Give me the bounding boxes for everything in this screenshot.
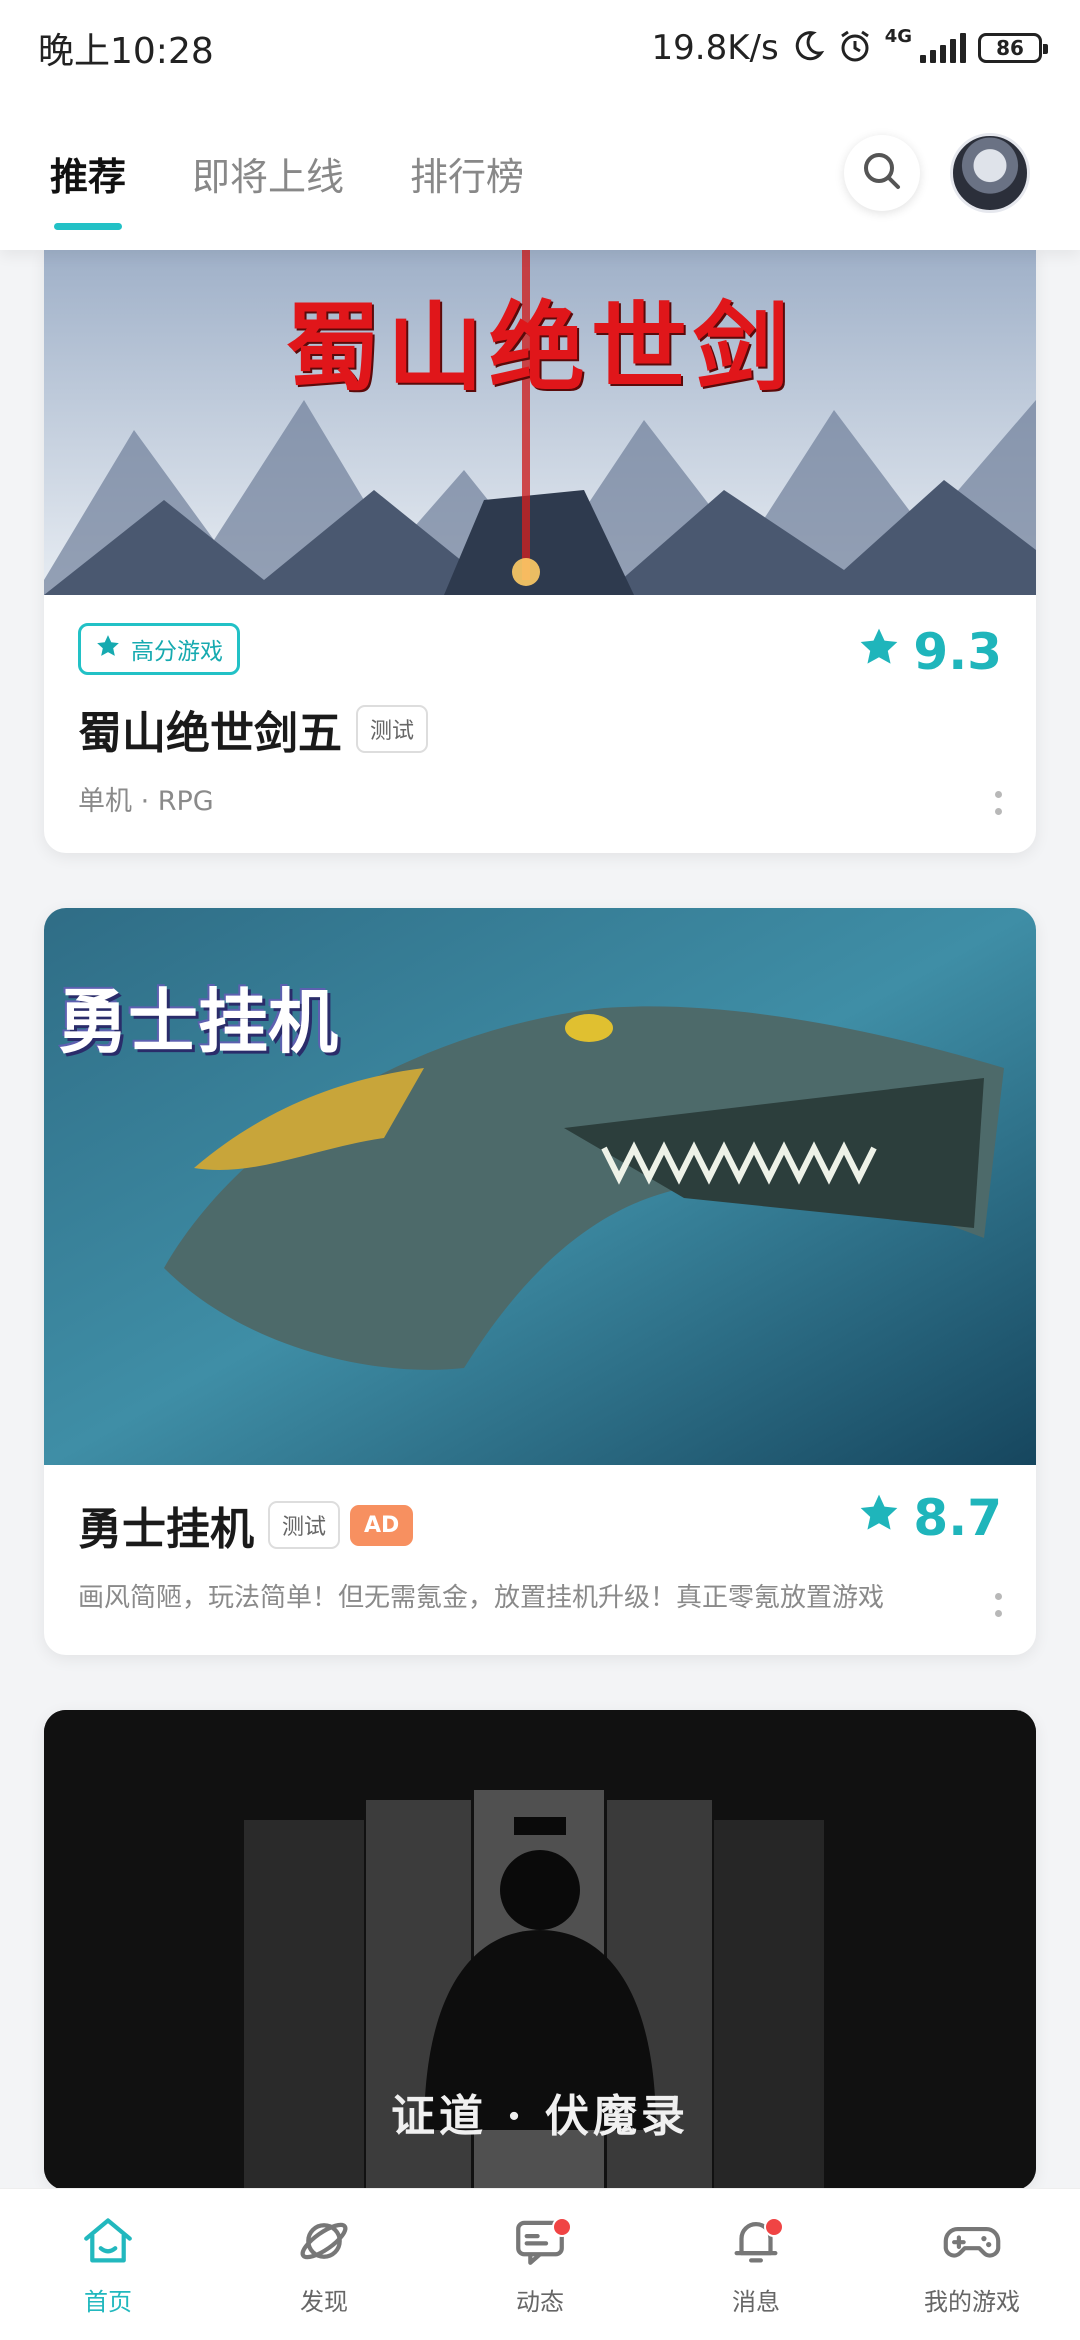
more-options-button[interactable]	[995, 1593, 1002, 1617]
nav-label: 我的游戏	[924, 2288, 1020, 2316]
rating-value: 9.3	[913, 623, 1002, 681]
nav-my-games[interactable]: 我的游戏	[864, 2189, 1080, 2340]
rating-value: 8.7	[913, 1489, 1002, 1547]
gamepad-icon	[941, 2212, 1003, 2274]
high-score-badge: 高分游戏	[78, 623, 240, 675]
net-speed: 19.8K/s	[651, 28, 779, 68]
card-info: 勇士挂机 测试 AD 8.7 画风简陋，玩法简单！但无需氪金，放置挂机升级！真正…	[44, 1465, 1036, 1655]
search-button[interactable]	[844, 135, 920, 211]
nav-label: 发现	[300, 2288, 348, 2316]
nav-discover[interactable]: 发现	[216, 2189, 432, 2340]
planet-icon	[295, 2212, 353, 2274]
rating: 8.7	[857, 1489, 1002, 1547]
tab-upcoming[interactable]: 即将上线	[192, 96, 344, 250]
network-type: 4G	[884, 25, 912, 47]
game-banner[interactable]: 证道 · 伏魔录	[44, 1710, 1036, 2190]
nav-home[interactable]: 首页	[0, 2189, 216, 2340]
bottom-nav: 首页 发现 动态 消息 我的游戏	[0, 2188, 1080, 2340]
tab-recommend[interactable]: 推荐	[50, 96, 126, 250]
game-meta: 单机 · RPG	[78, 786, 214, 817]
star-icon	[95, 633, 121, 665]
game-banner[interactable]: 蜀山绝世剑	[44, 250, 1036, 595]
rating: 9.3	[857, 623, 1002, 681]
star-icon	[857, 623, 901, 681]
game-card[interactable]: 蜀山绝世剑 高分游戏 9.3 蜀山绝世剑五 测试 单机 · RPG	[44, 250, 1036, 853]
notification-dot	[552, 2217, 572, 2237]
status-time: 晚上10:28	[38, 31, 214, 72]
game-banner[interactable]: 勇士挂机	[44, 908, 1036, 1465]
more-options-button[interactable]	[995, 791, 1002, 815]
nav-label: 动态	[516, 2288, 564, 2316]
nav-messages[interactable]: 消息	[648, 2189, 864, 2340]
game-title: 蜀山绝世剑五	[78, 708, 342, 759]
status-bar: 晚上10:28 19.8K/s 4G 86	[0, 0, 1080, 96]
avatar[interactable]	[950, 133, 1030, 213]
search-icon	[860, 149, 904, 197]
battery-icon: 86	[978, 33, 1048, 63]
alarm-icon	[837, 28, 873, 68]
signal-icon	[920, 33, 966, 63]
moon-icon	[791, 29, 825, 67]
badge-label: 高分游戏	[131, 639, 223, 665]
card-info: 高分游戏 9.3 蜀山绝世剑五 测试 单机 · RPG	[44, 595, 1036, 853]
game-title: 勇士挂机	[78, 1504, 254, 1555]
game-card[interactable]: 勇士挂机 勇士挂机 测试 AD 8.7 画风简陋，玩法简单！但无需氪金，放置挂机…	[44, 908, 1036, 1655]
banner-title: 证道 · 伏魔录	[391, 2091, 689, 2142]
home-icon	[79, 2212, 137, 2274]
nav-label: 首页	[84, 2288, 132, 2316]
test-tag: 测试	[268, 1501, 341, 1549]
test-tag: 测试	[356, 705, 429, 753]
tab-ranking[interactable]: 排行榜	[410, 96, 524, 250]
top-tab-bar: 推荐 即将上线 排行榜	[0, 96, 1080, 250]
notification-dot	[764, 2217, 784, 2237]
nav-feed[interactable]: 动态	[432, 2189, 648, 2340]
ad-tag: AD	[350, 1504, 414, 1546]
game-description: 画风简陋，玩法简单！但无需氪金，放置挂机升级！真正零氪放置游戏	[78, 1583, 885, 1613]
banner-title: 蜀山绝世剑	[285, 291, 795, 404]
game-card[interactable]: 证道 · 伏魔录	[44, 1710, 1036, 2190]
star-icon	[857, 1489, 901, 1547]
nav-label: 消息	[732, 2288, 780, 2316]
banner-title: 勇士挂机	[58, 981, 338, 1063]
game-feed: 蜀山绝世剑 高分游戏 9.3 蜀山绝世剑五 测试 单机 · RPG 勇士挂机 勇…	[44, 250, 1036, 2245]
